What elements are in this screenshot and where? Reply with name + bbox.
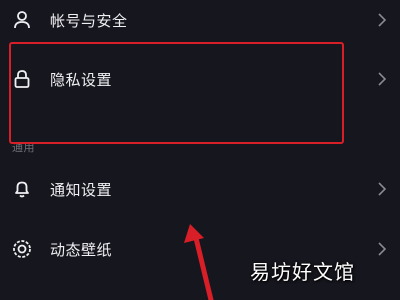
section-header-general: 通用 xyxy=(12,141,35,154)
menu-item-privacy-settings[interactable]: 隐私设置 xyxy=(0,55,400,103)
chevron-right-icon xyxy=(376,241,388,257)
menu-item-label: 隐私设置 xyxy=(50,70,113,89)
menu-item-label: 动态壁纸 xyxy=(50,240,113,259)
chevron-right-icon xyxy=(376,12,388,28)
menu-item-account-security[interactable]: 帐号与安全 xyxy=(0,0,400,44)
menu-item-notification-settings[interactable]: 通知设置 xyxy=(0,165,400,213)
watermark-text: 易坊好文馆 xyxy=(250,260,355,284)
chevron-right-icon xyxy=(376,181,388,197)
menu-item-label: 通知设置 xyxy=(50,180,113,199)
menu-item-label: 帐号与安全 xyxy=(50,11,128,30)
settings-screen: 帐号与安全 隐私设置 通用 通知设置 动态壁纸 易坊好文馆 xyxy=(0,0,400,300)
person-icon xyxy=(12,10,32,30)
bell-icon xyxy=(12,179,32,199)
chevron-right-icon xyxy=(376,71,388,87)
wallpaper-icon xyxy=(12,239,32,259)
lock-icon xyxy=(12,69,32,89)
